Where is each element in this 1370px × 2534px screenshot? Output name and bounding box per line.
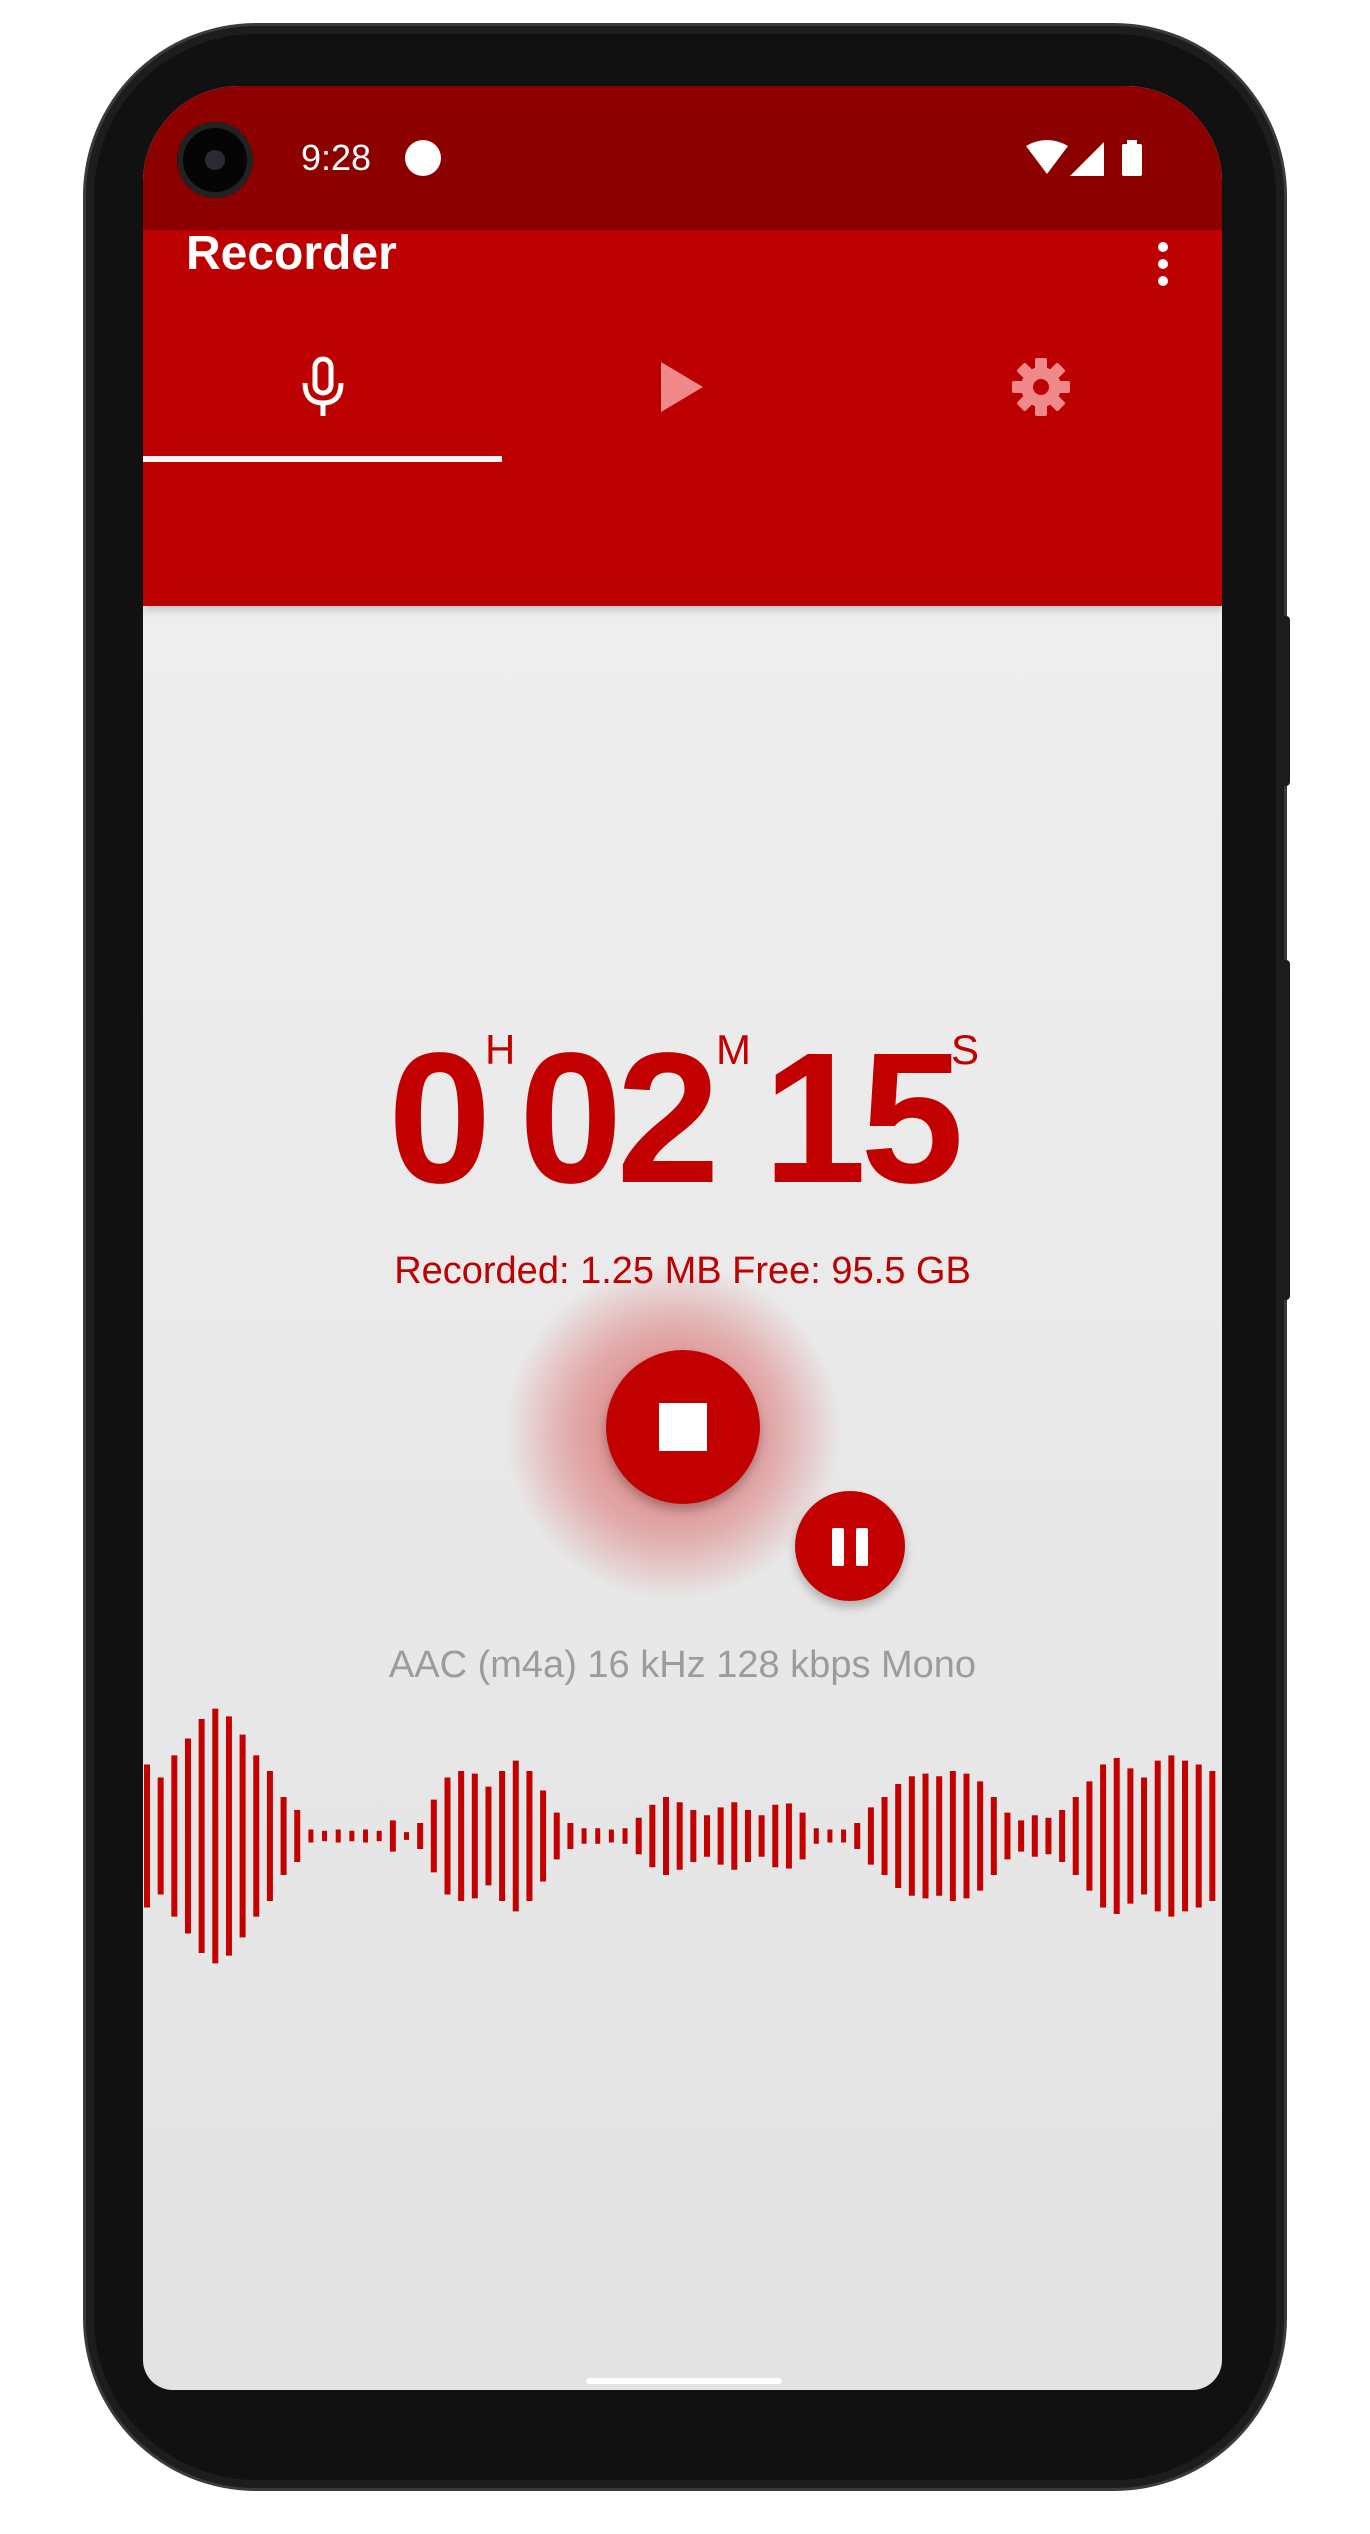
play-icon: [660, 362, 703, 412]
recording-timer: 0 H 02 M 15 S: [143, 1026, 1222, 1226]
settings-gear-icon: [1011, 358, 1070, 416]
power-button: [1278, 616, 1290, 786]
timer-minutes: 02: [519, 1015, 720, 1222]
stop-button[interactable]: [606, 1350, 760, 1504]
battery-icon: [1122, 140, 1142, 176]
tab-record[interactable]: [143, 312, 502, 462]
tab-settings[interactable]: [861, 312, 1220, 462]
timer-hours-unit: H: [485, 1026, 516, 1073]
status-time: 9:28: [301, 137, 372, 178]
signal-icon: [1070, 142, 1104, 176]
pause-icon: [832, 1528, 844, 1566]
microphone-icon: [302, 356, 343, 416]
timer-hours: 0: [388, 1015, 491, 1222]
audio-waveform: [144, 1708, 1216, 1964]
home-indicator[interactable]: [586, 2378, 782, 2384]
wifi-icon: [1026, 140, 1068, 174]
timer-seconds: 15: [763, 1015, 964, 1222]
pause-button[interactable]: [795, 1491, 905, 1601]
timer-seconds-unit: S: [951, 1026, 980, 1073]
status-icons: [1026, 140, 1142, 176]
selected-tab-indicator: [143, 456, 502, 462]
audio-format-info: AAC (m4a) 16 kHz 128 kbps Mono: [388, 1644, 977, 1686]
stop-icon: [659, 1403, 707, 1451]
more-vert-icon[interactable]: [1138, 222, 1186, 306]
app-title: Recorder: [186, 227, 397, 280]
status-bar: 9:28: [143, 86, 1222, 230]
front-camera: [177, 122, 253, 198]
volume-button: [1278, 960, 1290, 1300]
app-screen: 9:28 Recorder 0 H 02 M 15 S Recorded: Fr…: [143, 86, 1222, 2390]
notification-dot-icon: [405, 140, 441, 176]
tab-playback[interactable]: [502, 312, 861, 462]
timer-minutes-unit: M: [716, 1026, 751, 1073]
